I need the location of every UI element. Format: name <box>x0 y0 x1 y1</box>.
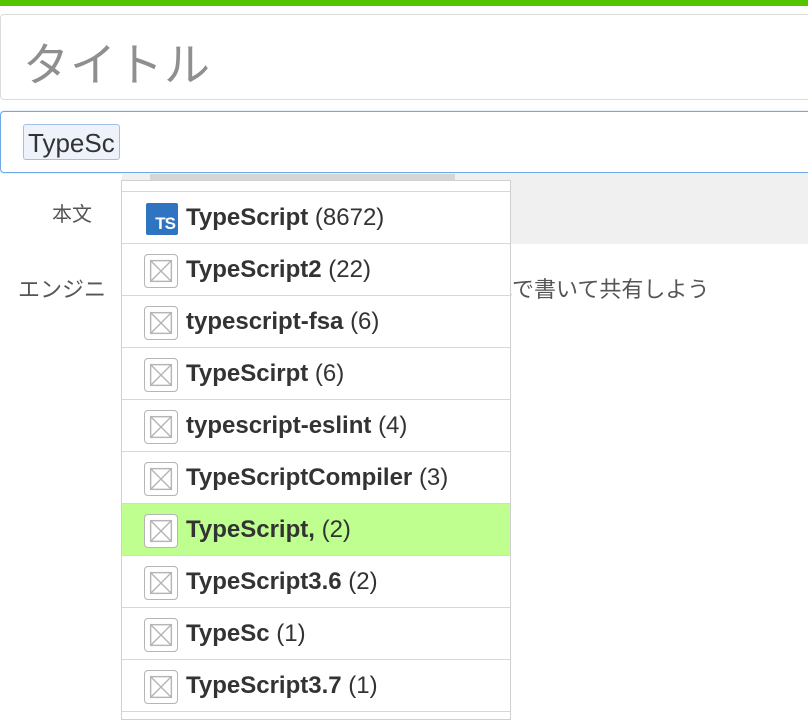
suggestion-item[interactable]: typescript-eslint (4) <box>122 400 510 452</box>
suggestion-name: TypeScript3.7 <box>186 672 342 699</box>
suggestion-count: (2) <box>348 568 378 595</box>
suggestion-name: TypeSc <box>186 620 270 647</box>
typescript-logo-icon: TS <box>146 203 178 235</box>
suggestion-item[interactable]: TS TypeScript (8672) <box>122 192 510 244</box>
suggestion-count: (1) <box>276 620 306 647</box>
suggestion-count: (3) <box>418 464 449 491</box>
suggestion-name: TypeScript3.6 <box>186 568 342 595</box>
suggestion-item[interactable]: TypeScript3.7 (1) <box>122 660 510 712</box>
suggestion-name: TypeScript <box>186 204 309 231</box>
tab-body[interactable]: 本文 <box>0 174 122 244</box>
image-placeholder-icon <box>144 514 178 548</box>
image-placeholder-icon <box>144 618 178 652</box>
suggestion-list: TS TypeScript (8672) TypeScript2 (22) types… <box>122 192 510 712</box>
suggestion-name: TypeScript2 <box>186 256 322 283</box>
suggestion-text: TypeSc (1) <box>186 620 306 648</box>
suggestion-text: TypeScirpt (6) <box>186 360 344 388</box>
suggestion-text: TypeScript (8672) <box>186 204 384 232</box>
image-placeholder-icon <box>144 358 178 392</box>
dropdown-top-padding <box>122 181 510 192</box>
suggestion-name: TypeScriptCompiler <box>186 464 413 491</box>
title-input[interactable]: タイトル <box>0 14 808 100</box>
tag-suggestions-dropdown[interactable]: TS TypeScript (8672) TypeScript2 (22) types… <box>121 180 511 720</box>
suggestion-count: (22) <box>328 256 371 283</box>
image-placeholder-icon <box>144 306 178 340</box>
title-placeholder: タイトル <box>23 39 211 91</box>
image-placeholder-icon <box>144 670 178 704</box>
suggestion-name: TypeScript, <box>186 516 315 543</box>
suggestion-count: (2) <box>321 516 351 543</box>
suggestion-item[interactable]: TypeScript, (2) <box>122 504 510 556</box>
suggestion-text: TypeScript3.6 (2) <box>186 568 378 596</box>
suggestion-count: (1) <box>348 672 378 699</box>
suggestion-text: TypeScriptCompiler (3) <box>186 464 448 492</box>
suggestion-text: typescript-eslint (4) <box>186 412 407 440</box>
suggestion-item[interactable]: TypeScirpt (6) <box>122 348 510 400</box>
image-placeholder-icon <box>144 410 178 444</box>
suggestion-item[interactable]: TypeScript3.6 (2) <box>122 556 510 608</box>
tab-body-label: 本文 <box>52 204 92 226</box>
editor-placeholder-end: 式で書いて共有しよう <box>490 277 710 302</box>
suggestion-item[interactable]: TypeScript2 (22) <box>122 244 510 296</box>
top-accent-bar <box>0 0 808 6</box>
suggestion-text: TypeScript, (2) <box>186 516 351 544</box>
image-placeholder-icon <box>144 462 178 496</box>
suggestion-name: typescript-eslint <box>186 412 372 439</box>
editor-placeholder-start: エンジニ <box>18 277 107 302</box>
suggestion-count: (4) <box>378 412 408 439</box>
suggestion-name: TypeScirpt <box>186 360 309 387</box>
image-placeholder-icon <box>144 254 178 288</box>
suggestion-text: typescript-fsa (6) <box>186 308 379 336</box>
suggestion-count: (6) <box>314 360 345 387</box>
suggestion-item[interactable]: TypeSc (1) <box>122 608 510 660</box>
suggestion-name: typescript-fsa <box>186 308 344 335</box>
suggestion-count: (6) <box>350 308 380 335</box>
tag-input[interactable]: TypeSc <box>0 111 808 173</box>
image-placeholder-icon <box>144 566 178 600</box>
suggestion-item[interactable]: TypeScriptCompiler (3) <box>122 452 510 504</box>
tag-chip[interactable]: TypeSc <box>23 124 120 160</box>
suggestion-count: (8672) <box>314 204 385 231</box>
suggestion-item[interactable]: typescript-fsa (6) <box>122 296 510 348</box>
suggestion-text: TypeScript3.7 (1) <box>186 672 378 700</box>
suggestion-text: TypeScript2 (22) <box>186 256 371 284</box>
